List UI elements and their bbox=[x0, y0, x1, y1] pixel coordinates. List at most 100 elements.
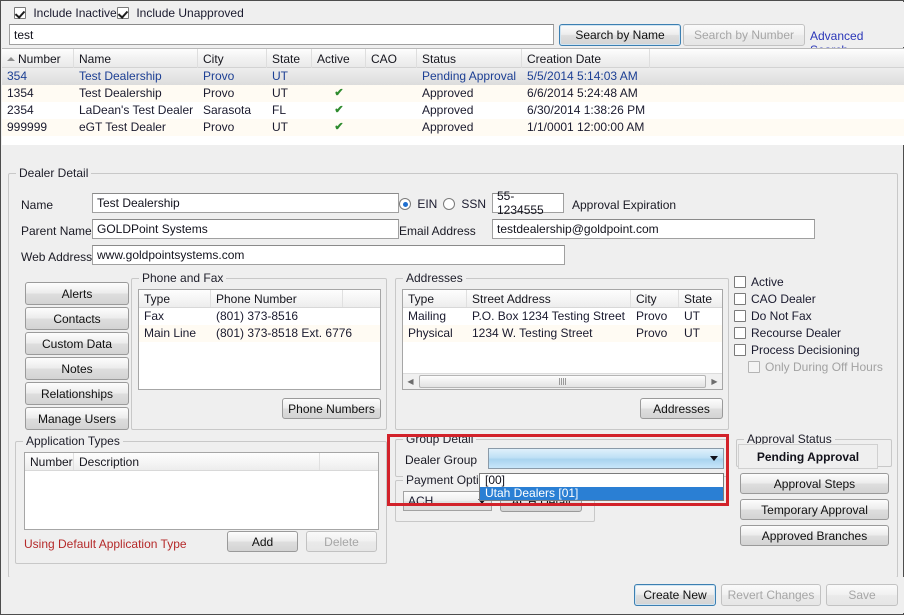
results-row[interactable]: 2354 LaDean's Test Dealer Sarasota FL ✔ Appro… bbox=[2, 102, 904, 119]
cell-cao bbox=[366, 119, 417, 136]
phone-row[interactable]: Fax (801) 373-8516 bbox=[139, 308, 380, 325]
group-detail-title: Group Detail bbox=[403, 432, 477, 446]
addresses-button[interactable]: Addresses bbox=[640, 398, 723, 419]
search-input[interactable]: test bbox=[9, 24, 554, 45]
addresses-group: Addresses Type Street Address City State… bbox=[395, 271, 729, 430]
parent-name-field[interactable]: GOLDPoint Systems bbox=[92, 219, 399, 239]
phone-col-number: Phone Number bbox=[211, 290, 343, 307]
flag-checkbox[interactable] bbox=[734, 276, 746, 288]
dealer-group-combobox[interactable] bbox=[488, 448, 724, 469]
results-col-cao[interactable]: CAO bbox=[366, 49, 417, 68]
ein-radio[interactable] bbox=[399, 198, 411, 210]
side-button-alerts[interactable]: Alerts bbox=[25, 282, 129, 305]
results-col-state[interactable]: State bbox=[267, 49, 312, 68]
revert-changes-button[interactable]: Revert Changes bbox=[721, 584, 821, 606]
save-button[interactable]: Save bbox=[826, 584, 898, 606]
application-types-note: Using Default Application Type bbox=[24, 537, 187, 551]
flag-do-not-fax[interactable]: Do Not Fax bbox=[734, 308, 883, 325]
ssn-radio[interactable] bbox=[443, 198, 455, 210]
phone-list[interactable]: Type Phone Number Fax (801) 373-8516 Main … bbox=[138, 289, 381, 390]
flag-active[interactable]: Active bbox=[734, 274, 883, 291]
side-button-manage-users[interactable]: Manage Users bbox=[25, 407, 129, 430]
apptype-list-header: Number Description bbox=[25, 453, 378, 471]
cell-status: Pending Approval bbox=[422, 69, 517, 83]
cell-status: Approved bbox=[422, 86, 474, 100]
dropdown-option[interactable]: Utah Dealers [01] bbox=[480, 487, 723, 500]
scroll-thumb[interactable] bbox=[419, 375, 706, 388]
delete-application-type-button[interactable]: Delete bbox=[306, 531, 377, 552]
tax-id-field[interactable]: 55-1234555 bbox=[492, 189, 564, 217]
ein-label: EIN bbox=[417, 197, 438, 211]
phone-numbers-button[interactable]: Phone Numbers bbox=[282, 398, 381, 419]
phone-row[interactable]: Main Line (801) 373-8518 Ext. 6776 bbox=[139, 325, 380, 342]
cell-phone-type: Main Line bbox=[144, 326, 197, 340]
dealer-group-label: Dealer Group bbox=[405, 453, 478, 467]
apptype-col-description: Description bbox=[74, 453, 320, 470]
cell-city: Sarasota bbox=[203, 103, 252, 117]
name-field[interactable]: Test Dealership bbox=[92, 193, 399, 213]
side-button-custom-data[interactable]: Custom Data bbox=[25, 332, 129, 355]
flag-checkbox[interactable] bbox=[734, 327, 746, 339]
side-button-relationships[interactable]: Relationships bbox=[25, 382, 129, 405]
results-col-city[interactable]: City bbox=[198, 49, 267, 68]
flag-checkbox[interactable] bbox=[734, 344, 746, 356]
side-button-notes[interactable]: Notes bbox=[25, 357, 129, 380]
scroll-right-icon[interactable]: ▶ bbox=[707, 375, 722, 389]
results-col-creation-date[interactable]: Creation Date bbox=[522, 49, 650, 68]
flag-label: CAO Dealer bbox=[751, 292, 816, 306]
phone-and-fax-title: Phone and Fax bbox=[139, 271, 227, 285]
cell-street-address: 1234 W. Testing Street bbox=[472, 326, 593, 340]
include-inactive-label: Include Inactive bbox=[33, 6, 117, 20]
results-row[interactable]: 999999 eGT Test Dealer Provo UT ✔ Approved 1/1… bbox=[2, 119, 904, 136]
address-list[interactable]: Type Street Address City State Mailing P.… bbox=[402, 289, 723, 390]
footer-toolbar: Create New Revert Changes Save bbox=[2, 577, 904, 613]
address-row[interactable]: Physical 1234 W. Testing Street Provo UT bbox=[403, 325, 722, 342]
scroll-left-icon[interactable]: ◀ bbox=[403, 375, 418, 389]
dealer-results-grid[interactable]: Number Name City State Active CAO Status Creati… bbox=[2, 48, 904, 145]
results-col-name[interactable]: Name bbox=[74, 49, 198, 68]
flag-checkbox[interactable] bbox=[734, 310, 746, 322]
approval-button-temporary-approval[interactable]: Temporary Approval bbox=[740, 499, 889, 520]
search-by-number-button[interactable]: Search by Number bbox=[683, 24, 805, 46]
dealer-group-chevron-down-icon[interactable] bbox=[705, 450, 722, 467]
address-row[interactable]: Mailing P.O. Box 1234 Testing Street Provo… bbox=[403, 308, 722, 325]
address-hscrollbar[interactable]: ◀ ▶ bbox=[403, 373, 722, 389]
add-application-type-button[interactable]: Add bbox=[227, 531, 298, 552]
results-col-status[interactable]: Status bbox=[417, 49, 522, 68]
addr-col-state: State bbox=[684, 292, 713, 306]
flag-process-decisioning[interactable]: Process Decisioning bbox=[734, 342, 883, 359]
phone-col-type: Type bbox=[139, 290, 211, 307]
approval-button-approval-steps[interactable]: Approval Steps bbox=[740, 473, 889, 494]
results-row[interactable]: 354 Test Dealership Provo UT Pending Approva… bbox=[2, 68, 904, 85]
ein-radio-option[interactable]: EIN bbox=[399, 197, 437, 211]
create-new-button[interactable]: Create New bbox=[634, 584, 716, 606]
results-col-number[interactable]: Number bbox=[2, 49, 74, 68]
flag-recourse-dealer[interactable]: Recourse Dealer bbox=[734, 325, 883, 342]
cell-creation-date: 6/6/2014 5:24:48 AM bbox=[527, 86, 638, 100]
results-body[interactable]: 354 Test Dealership Provo UT Pending Approva… bbox=[2, 68, 904, 136]
include-inactive-checkbox[interactable]: Include Inactive bbox=[14, 6, 117, 20]
approval-button-approved-branches[interactable]: Approved Branches bbox=[740, 525, 889, 546]
application-types-list[interactable]: Number Description bbox=[24, 452, 379, 530]
side-button-contacts[interactable]: Contacts bbox=[25, 307, 129, 330]
phone-rows[interactable]: Fax (801) 373-8516 Main Line (801) 373-8518… bbox=[139, 308, 380, 342]
cell-address-state: UT bbox=[684, 309, 700, 323]
include-unapproved-box[interactable] bbox=[117, 7, 129, 19]
flag-label: Process Decisioning bbox=[751, 343, 860, 357]
web-address-field[interactable]: www.goldpointsystems.com bbox=[92, 245, 565, 265]
flag-checkbox[interactable] bbox=[734, 293, 746, 305]
cell-city: Provo bbox=[203, 120, 235, 134]
flag-cao-dealer[interactable]: CAO Dealer bbox=[734, 291, 883, 308]
cell-creation-date: 5/5/2014 5:14:03 AM bbox=[527, 69, 638, 83]
search-by-name-button[interactable]: Search by Name bbox=[559, 24, 681, 46]
include-unapproved-checkbox[interactable]: Include Unapproved bbox=[117, 6, 244, 20]
results-col-active[interactable]: Active bbox=[312, 49, 366, 68]
results-row[interactable]: 1354 Test Dealership Provo UT ✔ Approved 6/6/2… bbox=[2, 85, 904, 102]
address-rows[interactable]: Mailing P.O. Box 1234 Testing Street Provo… bbox=[403, 308, 722, 342]
cell-name: eGT Test Dealer bbox=[79, 120, 166, 134]
email-address-field[interactable]: testdealership@goldpoint.com bbox=[492, 219, 815, 239]
include-inactive-box[interactable] bbox=[14, 7, 26, 19]
ssn-radio-option[interactable]: SSN bbox=[443, 197, 486, 211]
dealer-group-dropdown-list[interactable]: [00] Utah Dealers [01] bbox=[479, 473, 724, 501]
cell-city: Provo bbox=[203, 69, 235, 83]
